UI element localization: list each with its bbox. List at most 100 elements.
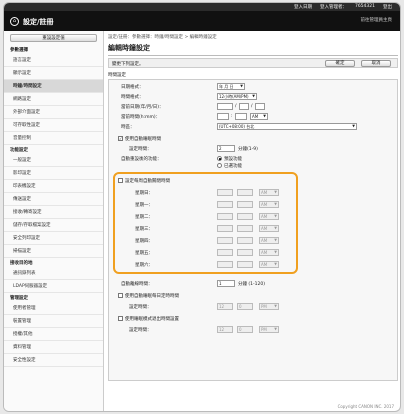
day-label: 星期五： bbox=[135, 251, 153, 256]
weekly-shutdown-highlight bbox=[113, 172, 298, 274]
day-ampm-select[interactable]: AM bbox=[259, 249, 279, 256]
weekly-shutdown-label: 設定每周自動關閉時間 bbox=[125, 179, 170, 184]
day-hour-input[interactable] bbox=[217, 213, 233, 220]
day-minute-input[interactable] bbox=[237, 189, 253, 196]
daily-wake-hour-input[interactable]: 12 bbox=[217, 326, 233, 333]
day-minute-input[interactable] bbox=[237, 225, 253, 232]
daily-sleep-checkbox[interactable] bbox=[118, 293, 123, 298]
time-settings-panel: 日期格式： 年 月 日 時間格式： 12小時(AM/PM) 當前日期(年/月/日… bbox=[108, 79, 398, 381]
daily-sleep-minute-input[interactable]: 0 bbox=[237, 303, 253, 310]
sidebar-item-external-interface[interactable]: 外部介面設定 bbox=[4, 106, 103, 119]
daily-wake-checkbox[interactable] bbox=[118, 316, 123, 321]
day-minute-input[interactable] bbox=[237, 213, 253, 220]
admin-portal-link[interactable]: 前往管理員主頁 bbox=[361, 17, 393, 23]
sidebar-item-display[interactable]: 顯示設定 bbox=[4, 67, 103, 80]
sleep-time-unit: 分鐘(1-9) bbox=[238, 147, 258, 152]
sidebar-item-network[interactable]: 網路設定 bbox=[4, 93, 103, 106]
minute-input[interactable] bbox=[235, 113, 247, 120]
day-minute-input[interactable] bbox=[237, 249, 253, 256]
user-label: 登入管理者： bbox=[319, 5, 347, 10]
cancel-button[interactable]: 取消 bbox=[361, 60, 391, 67]
auto-offline-unit: 分鐘 (1-120) bbox=[238, 282, 266, 287]
daily-wake-ampm-select[interactable]: PM bbox=[259, 326, 279, 333]
day-ampm-select[interactable]: AM bbox=[259, 201, 279, 208]
day-ampm-select[interactable]: AM bbox=[259, 213, 279, 220]
divider bbox=[108, 55, 398, 56]
day-hour-input[interactable] bbox=[217, 225, 233, 232]
logout-link[interactable]: 登出 bbox=[383, 4, 392, 10]
main-content: 設定/註冊：參數選擇：時鐘/時間設定 > 編輯時鐘設定 編輯時鐘設定 變更下列設… bbox=[108, 31, 398, 381]
day-input[interactable] bbox=[255, 103, 265, 110]
sidebar-item-volume[interactable]: 音量控制 bbox=[4, 132, 103, 145]
sidebar-item-send[interactable]: 傳送設定 bbox=[4, 193, 103, 206]
day-minute-input[interactable] bbox=[237, 201, 253, 208]
sidebar-item-device-management[interactable]: 裝置管理 bbox=[4, 315, 103, 328]
sidebar-item-user-management[interactable]: 使用者管理 bbox=[4, 302, 103, 315]
sidebar-item-printer[interactable]: 印表機設定 bbox=[4, 180, 103, 193]
day-hour-input[interactable] bbox=[217, 189, 233, 196]
copyright: Copyright CANON INC. 2017 bbox=[337, 404, 394, 409]
time-format-select[interactable]: 12小時(AM/PM) bbox=[217, 93, 257, 100]
sidebar-item-accessibility[interactable]: 可存取性設定 bbox=[4, 119, 103, 132]
day-ampm-select[interactable]: AM bbox=[259, 225, 279, 232]
ampm-select[interactable]: AM bbox=[250, 113, 268, 120]
day-minute-input[interactable] bbox=[237, 261, 253, 268]
day-label: 星期二： bbox=[135, 215, 153, 220]
day-hour-input[interactable] bbox=[217, 201, 233, 208]
section-title: 時間設定 bbox=[108, 73, 126, 78]
sidebar-item-receive-forward[interactable]: 接收/轉寄設定 bbox=[4, 206, 103, 219]
sidebar-item-copy[interactable]: 影印設定 bbox=[4, 167, 103, 180]
daily-sleep-ampm-select[interactable]: PM bbox=[259, 303, 279, 310]
browser-frame: 登入日期 登入管理者： 7654321 登出 ⌂ 設定/註冊 前往管理員主頁 重… bbox=[3, 2, 401, 412]
auto-sleep-checkbox[interactable]: ✓ bbox=[118, 136, 123, 141]
weekly-shutdown-checkbox[interactable] bbox=[118, 178, 123, 183]
month-input[interactable] bbox=[239, 103, 249, 110]
timezone-label: 時區： bbox=[121, 125, 135, 130]
home-icon[interactable]: ⌂ bbox=[10, 17, 19, 26]
auto-reset-selected-radio[interactable] bbox=[217, 163, 222, 168]
day-hour-input[interactable] bbox=[217, 261, 233, 268]
sidebar-item-address-book[interactable]: 通訊錄列表 bbox=[4, 267, 103, 280]
sidebar-section-title: 管理設定 bbox=[10, 296, 28, 301]
day-minute-input[interactable] bbox=[237, 237, 253, 244]
sidebar-item-general[interactable]: 一般設定 bbox=[4, 154, 103, 167]
sleep-time-label: 設定時間： bbox=[129, 147, 152, 152]
day-label: 星期六： bbox=[135, 263, 153, 268]
sidebar-item-ldap[interactable]: LDAP伺服器設定 bbox=[4, 280, 103, 293]
auto-offline-input[interactable]: 1 bbox=[217, 280, 235, 287]
timezone-select[interactable]: (UTC+08:00) 台北 bbox=[217, 123, 357, 130]
sidebar-item-scan[interactable]: 掃描設定 bbox=[4, 245, 103, 258]
day-hour-input[interactable] bbox=[217, 249, 233, 256]
sidebar-item-secure-print[interactable]: 安全列印設定 bbox=[4, 232, 103, 245]
sleep-time-input[interactable]: 2 bbox=[217, 145, 235, 152]
day-hour-input[interactable] bbox=[217, 237, 233, 244]
sidebar-item-store-access[interactable]: 儲存/存取檔案設定 bbox=[4, 219, 103, 232]
daily-sleep-time-label: 設定時間： bbox=[129, 305, 152, 310]
reset-settings-button[interactable]: 重設設定值 bbox=[10, 34, 97, 42]
breadcrumb: 設定/註冊：參數選擇：時鐘/時間設定 > 編輯時鐘設定 bbox=[108, 35, 217, 40]
day-ampm-select[interactable]: AM bbox=[259, 237, 279, 244]
daily-wake-minute-input[interactable]: 0 bbox=[237, 326, 253, 333]
day-label: 星期四： bbox=[135, 239, 153, 244]
current-time-label: 當前時間(h:mm)： bbox=[121, 115, 161, 120]
time-separator: : bbox=[231, 114, 233, 119]
date-format-select[interactable]: 年 月 日 bbox=[217, 83, 245, 90]
date-separator: / bbox=[251, 104, 253, 109]
page-title: 編輯時鐘設定 bbox=[108, 44, 150, 52]
date-separator: / bbox=[235, 104, 237, 109]
hour-input[interactable] bbox=[217, 113, 229, 120]
sidebar-item-language[interactable]: 語言設定 bbox=[4, 54, 103, 67]
login-info: 登入日期 bbox=[293, 5, 312, 10]
daily-sleep-hour-input[interactable]: 12 bbox=[217, 303, 233, 310]
sidebar-item-license[interactable]: 授權/其他 bbox=[4, 328, 103, 341]
day-ampm-select[interactable]: AM bbox=[259, 261, 279, 268]
sidebar-item-security[interactable]: 安全性設定 bbox=[4, 354, 103, 367]
sidebar-item-clock[interactable]: 時鐘/時間設定 bbox=[4, 80, 103, 93]
auto-reset-default-radio[interactable] bbox=[217, 156, 222, 161]
sidebar-item-data-management[interactable]: 資料管理 bbox=[4, 341, 103, 354]
year-input[interactable] bbox=[217, 103, 233, 110]
day-ampm-select[interactable]: AM bbox=[259, 189, 279, 196]
ok-button[interactable]: 確定 bbox=[325, 60, 355, 67]
daily-wake-label: 使用睡眠模式退出時間設置 bbox=[125, 317, 179, 322]
date-format-label: 日期格式： bbox=[121, 85, 144, 90]
